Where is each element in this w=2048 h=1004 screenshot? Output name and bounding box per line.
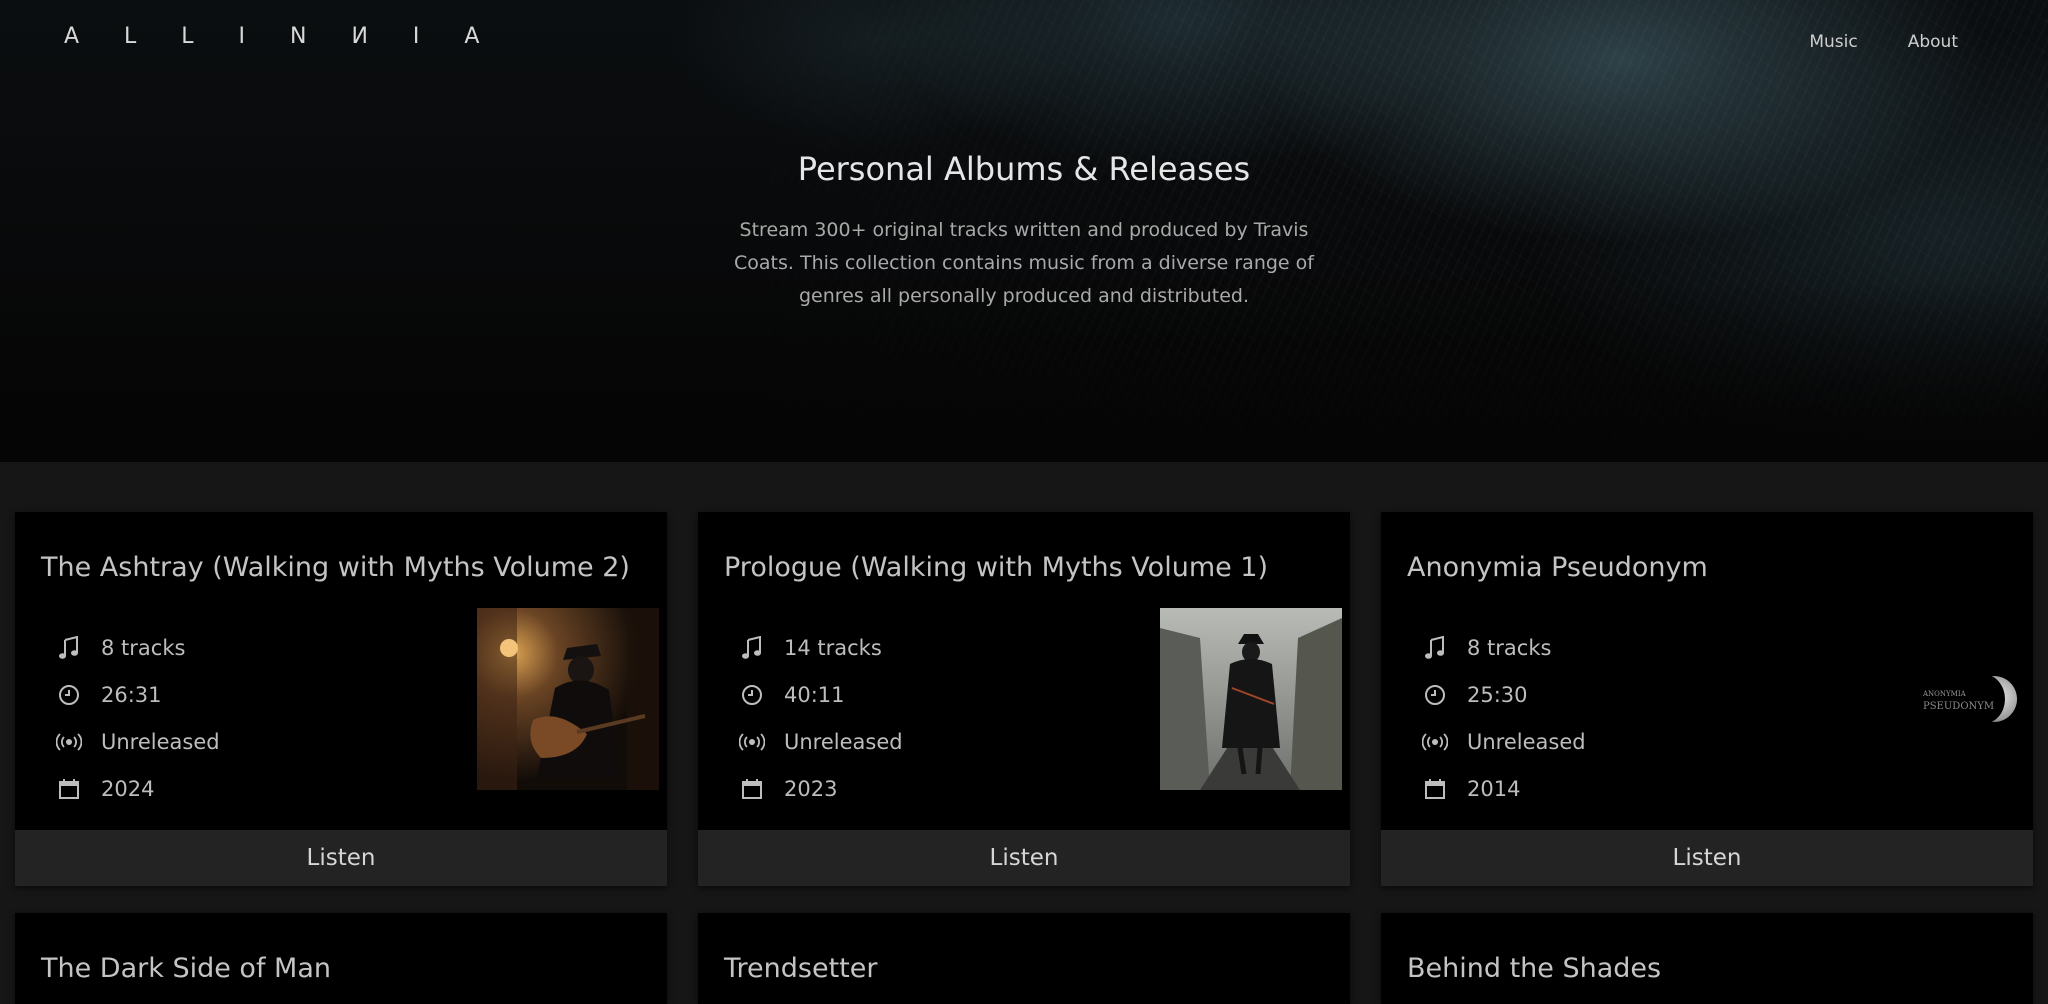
track-count: 8 tracks xyxy=(1419,624,1586,671)
clock-icon xyxy=(736,681,768,709)
album-card: Prologue (Walking with Myths Volume 1) 1… xyxy=(698,512,1350,886)
music-note-icon xyxy=(736,634,768,662)
release-status: Unreleased xyxy=(53,718,220,765)
site-logo[interactable]: A L L I N И I A xyxy=(64,24,498,49)
clock-icon xyxy=(1419,681,1451,709)
album-card: The Ashtray (Walking with Myths Volume 2… xyxy=(15,512,667,886)
music-note-icon xyxy=(53,634,85,662)
year-value: 2023 xyxy=(784,776,838,801)
album-meta: 8 tracks 25:30 Unreleased 2014 xyxy=(1419,624,1586,812)
status-value: Unreleased xyxy=(1467,729,1586,754)
release-year: 2023 xyxy=(736,765,903,812)
track-count: 8 tracks xyxy=(53,624,220,671)
album-card: The Dark Side of Man xyxy=(15,913,667,1004)
tracks-value: 14 tracks xyxy=(784,635,882,660)
clock-icon xyxy=(53,681,85,709)
album-cover[interactable] xyxy=(477,608,659,790)
broadcast-icon xyxy=(736,728,768,756)
hero-description: Stream 300+ original tracks written and … xyxy=(734,219,1314,307)
album-meta: 14 tracks 40:11 Unreleased 2023 xyxy=(736,624,903,812)
album-title[interactable]: The Dark Side of Man xyxy=(41,953,331,984)
year-value: 2014 xyxy=(1467,776,1521,801)
duration-value: 25:30 xyxy=(1467,682,1528,707)
album-card: Behind the Shades xyxy=(1381,913,2033,1004)
listen-button[interactable]: Listen xyxy=(1381,830,2033,886)
cover-text-bottom: PSEUDONYM xyxy=(1923,701,1995,712)
track-count: 14 tracks xyxy=(736,624,903,671)
calendar-icon xyxy=(1419,775,1451,803)
main-nav: Music About xyxy=(1809,32,1958,52)
album-card: Trendsetter xyxy=(698,913,1350,1004)
release-year: 2014 xyxy=(1419,765,1586,812)
tracks-value: 8 tracks xyxy=(101,635,186,660)
release-status: Unreleased xyxy=(736,718,903,765)
duration: 25:30 xyxy=(1419,671,1586,718)
album-cover[interactable] xyxy=(1160,608,1342,790)
calendar-icon xyxy=(736,775,768,803)
album-title[interactable]: Behind the Shades xyxy=(1407,953,1661,984)
duration: 40:11 xyxy=(736,671,903,718)
album-card: Anonymia Pseudonym 8 tracks 25:30 Unrele… xyxy=(1381,512,2033,886)
release-status: Unreleased xyxy=(1419,718,1586,765)
cover-text-top: ANONYMIA xyxy=(1923,690,1966,698)
status-value: Unreleased xyxy=(784,729,903,754)
status-value: Unreleased xyxy=(101,729,220,754)
release-year: 2024 xyxy=(53,765,220,812)
duration-value: 26:31 xyxy=(101,682,162,707)
album-cover[interactable]: ANONYMIA PSEUDONYM xyxy=(1843,608,2025,790)
album-title[interactable]: Anonymia Pseudonym xyxy=(1407,552,1708,583)
listen-button[interactable]: Listen xyxy=(15,830,667,886)
album-meta: 8 tracks 26:31 Unreleased 2024 xyxy=(53,624,220,812)
tracks-value: 8 tracks xyxy=(1467,635,1552,660)
calendar-icon xyxy=(53,775,85,803)
broadcast-icon xyxy=(53,728,85,756)
music-note-icon xyxy=(1419,634,1451,662)
moon-shadow xyxy=(1961,674,2005,724)
album-title[interactable]: The Ashtray (Walking with Myths Volume 2… xyxy=(41,552,630,583)
year-value: 2024 xyxy=(101,776,155,801)
album-title[interactable]: Prologue (Walking with Myths Volume 1) xyxy=(724,552,1268,583)
duration: 26:31 xyxy=(53,671,220,718)
nav-music[interactable]: Music xyxy=(1809,32,1857,52)
album-title[interactable]: Trendsetter xyxy=(724,953,877,984)
duration-value: 40:11 xyxy=(784,682,845,707)
nav-about[interactable]: About xyxy=(1908,32,1958,52)
broadcast-icon xyxy=(1419,728,1451,756)
hero-banner: A L L I N И I A Music About Personal Alb… xyxy=(0,0,2048,462)
page-title: Personal Albums & Releases xyxy=(797,150,1251,188)
listen-button[interactable]: Listen xyxy=(698,830,1350,886)
